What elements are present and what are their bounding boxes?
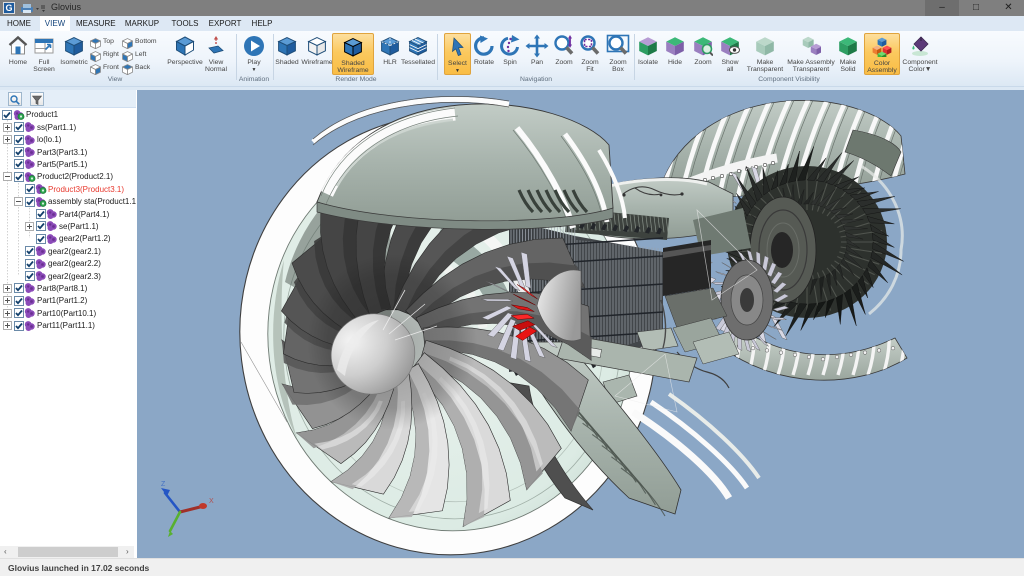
svg-text:Z: Z [161,481,166,488]
svg-text:X: X [209,498,214,505]
